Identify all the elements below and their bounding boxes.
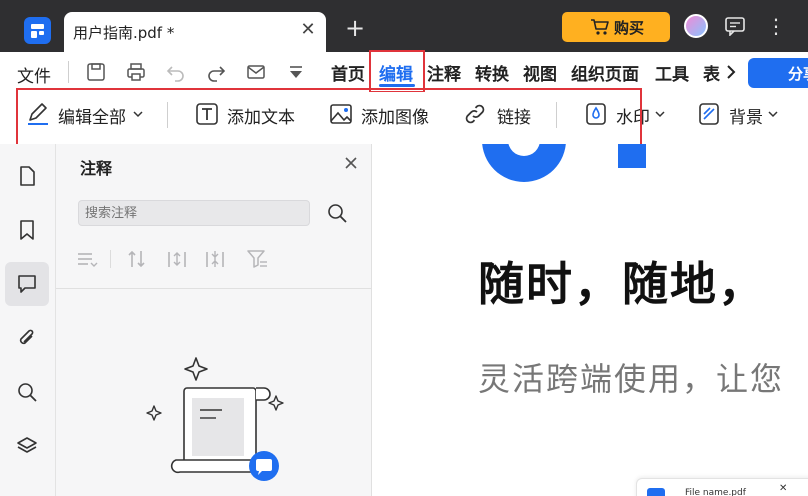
divider — [56, 288, 372, 289]
list-sort-icon[interactable] — [76, 248, 98, 270]
menu-organize-pages[interactable]: 组织页面 — [571, 60, 639, 85]
paperclip-icon — [19, 329, 34, 345]
menu-home[interactable]: 首页 — [331, 60, 365, 85]
search-annotations-input[interactable] — [78, 200, 310, 226]
bookmark-icon — [20, 220, 34, 240]
search-icon[interactable] — [326, 202, 348, 224]
document-heading: 随时，随地， — [478, 257, 766, 311]
sidebar-item-comments[interactable] — [5, 262, 49, 306]
save-icon[interactable] — [86, 62, 106, 82]
menu-comment[interactable]: 注释 — [427, 60, 461, 85]
new-tab-button[interactable]: + — [344, 16, 366, 40]
menu-tools[interactable]: 工具 — [655, 60, 689, 85]
divider — [110, 250, 111, 268]
print-icon[interactable] — [126, 62, 146, 82]
buy-button[interactable]: 购买 — [562, 12, 670, 42]
close-icon[interactable]: ✕ — [298, 20, 318, 40]
filter-icon[interactable] — [246, 248, 268, 270]
chevron-down-icon[interactable] — [767, 106, 779, 122]
undo-icon[interactable] — [166, 62, 186, 82]
sidebar-item-attachments[interactable] — [5, 316, 49, 360]
divider — [68, 61, 69, 83]
sidebar-item-search[interactable] — [5, 370, 49, 414]
customize-dropdown-icon[interactable] — [286, 62, 306, 82]
chevron-down-icon[interactable] — [654, 106, 666, 122]
document-page: 随时，随地， 灵活跨端使用，让您 File name.pdf ✕ — [372, 144, 808, 496]
empty-annotations-illustration-icon — [146, 357, 284, 481]
document-subtitle: 灵活跨端使用，让您 — [478, 360, 785, 398]
close-icon: ✕ — [779, 483, 788, 494]
document-tab[interactable]: 用户指南.pdf * ✕ — [64, 12, 326, 52]
app-logo[interactable] — [24, 17, 51, 44]
comment-icon — [18, 275, 36, 293]
sidebar-item-bookmarks[interactable] — [5, 208, 49, 252]
collapse-all-icon[interactable] — [204, 248, 226, 270]
mail-icon[interactable] — [246, 62, 266, 82]
cart-icon — [591, 19, 609, 35]
large-blue-digits-decoration — [482, 144, 646, 182]
menu-convert[interactable]: 转换 — [475, 60, 509, 85]
document-tab-title: 用户指南.pdf * — [73, 24, 175, 42]
close-icon[interactable] — [340, 152, 362, 174]
file-name-label: File name.pdf — [685, 488, 746, 496]
sidebar-item-thumbnails[interactable] — [5, 154, 49, 198]
layers-icon — [17, 437, 37, 453]
avatar[interactable] — [684, 14, 708, 38]
background-button[interactable]: 背景 — [729, 103, 763, 128]
search-icon — [18, 383, 37, 402]
highlight-box-edit-toolbar — [16, 88, 642, 150]
more-options-icon[interactable]: ⋮ — [766, 14, 786, 38]
background-icon — [699, 103, 719, 125]
file-preview-card: File name.pdf ✕ — [636, 478, 808, 496]
buy-label: 购买 — [614, 19, 645, 37]
panel-title: 注释 — [80, 159, 113, 178]
menu-form[interactable]: 表 — [703, 60, 720, 85]
share-label: 分享 — [788, 65, 808, 83]
redo-icon[interactable] — [206, 62, 226, 82]
feedback-chat-icon[interactable] — [724, 16, 746, 36]
chevron-right-icon[interactable] — [724, 62, 738, 82]
page-icon — [20, 166, 35, 186]
menu-view[interactable]: 视图 — [523, 60, 557, 85]
share-button[interactable]: 分享 — [748, 58, 808, 88]
annotation-panel: 注释 — [56, 144, 372, 496]
highlight-box-edit-tab — [369, 50, 425, 93]
sidebar-item-layers[interactable] — [5, 424, 49, 468]
left-sidebar — [0, 144, 56, 496]
sort-order-icon[interactable] — [126, 248, 148, 270]
menu-file[interactable]: 文件 — [17, 62, 51, 87]
app-logo — [647, 488, 665, 496]
expand-all-icon[interactable] — [166, 248, 188, 270]
title-bar: 用户指南.pdf * ✕ + 购买 ⋮ — [0, 0, 808, 52]
